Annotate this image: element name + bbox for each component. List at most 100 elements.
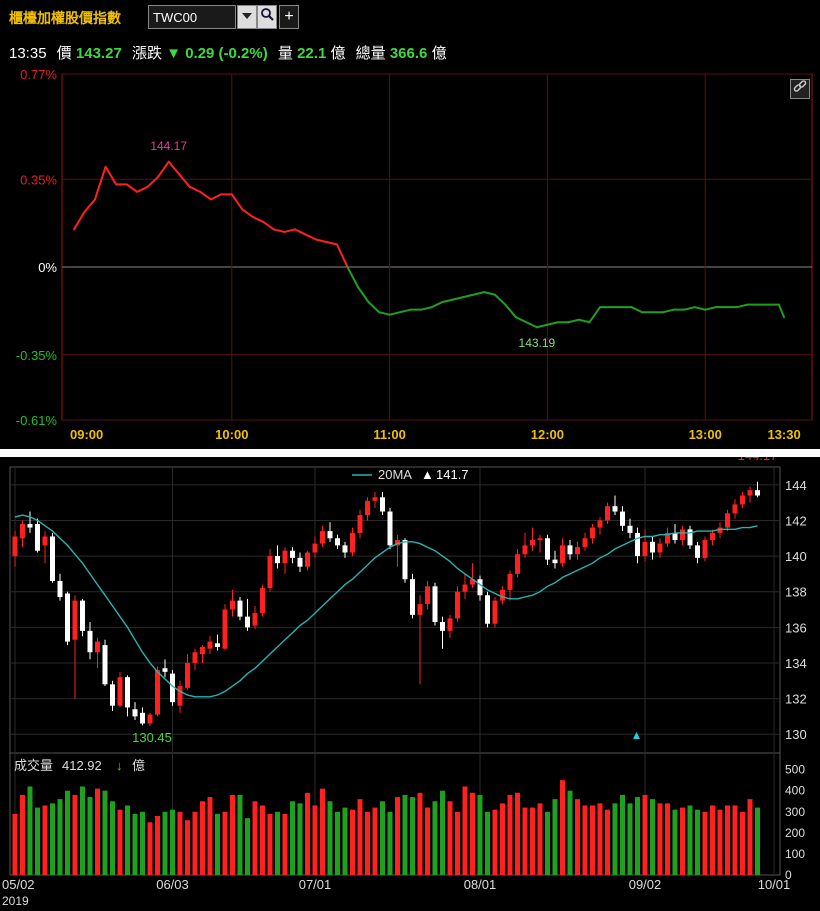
price-line-segment [504,303,517,319]
candle-body [267,556,273,589]
candle-body [342,545,348,553]
candle-body [702,540,708,558]
volume-bar [635,797,640,875]
volume-bar [87,797,93,875]
price-line-segment [73,210,86,231]
volume-bar [267,813,273,875]
volume-bar [125,805,130,875]
volume-bar [410,797,415,875]
x-tick-label: 07/01 [299,877,332,892]
candle-body [365,500,370,516]
candle-body [755,490,760,496]
volume-bar [575,799,580,875]
volume-bar [50,803,55,875]
candle-body [320,531,325,544]
candle-body [282,550,288,564]
volume-bar [597,803,603,875]
volume-bar [65,790,70,875]
candle-body [410,579,415,615]
volume-bar [72,794,78,875]
price-line-segment [451,296,465,301]
candle-body [185,662,190,688]
x-tick-label: 12:00 [531,427,564,442]
x-tick-label: 13:30 [767,427,800,442]
volume-bar [417,792,423,875]
volume-bar [215,813,220,875]
price-line-segment [399,308,412,314]
candle-body [402,540,408,580]
price-line-segment [704,306,717,311]
volume-bar [245,818,250,875]
candle-body [200,646,205,655]
price-line-segment [157,160,170,178]
candle-body [117,677,123,706]
y-tick-label: 0% [38,260,57,275]
volume-bar [237,794,243,875]
volume-bar [552,799,558,875]
y-tick-label: 142 [785,513,807,528]
candle-body [635,532,640,557]
candle-body [507,573,513,590]
price-line-segment [209,193,223,201]
price-line-segment [693,306,707,311]
candle-body [485,595,490,624]
volume-bar [312,805,318,875]
candle-body [50,536,55,581]
price-line-segment [314,238,328,243]
price-line-segment [472,291,486,296]
candle-body [237,600,243,617]
volume-bar [432,801,438,875]
candle-body [432,586,438,622]
price-line-segment [293,228,307,236]
candle-body [627,525,633,533]
price-line-segment [388,311,402,316]
price-line-segment [420,306,433,311]
volume-bar [342,807,348,875]
event-marker-icon [633,732,640,739]
price-line-segment [493,293,507,306]
x-tick-label: 05/02 [2,877,35,892]
ma-legend-label: 20MA [378,467,412,482]
candle-body [335,538,340,546]
candle-body [312,543,318,553]
candle-body [695,545,700,558]
volume-bar [687,805,693,875]
candle-body [687,529,693,546]
candle-body [162,668,168,672]
volume-bar [590,805,595,875]
x-tick-label: 09:00 [70,427,103,442]
volume-bar [702,811,708,875]
candle-body [740,495,745,505]
price-line-segment [262,220,275,231]
candle-body [425,586,430,605]
price-line-segment [567,318,580,324]
candle-body [492,600,498,624]
price-line-segment [136,185,149,193]
volume-bar [500,803,505,875]
volume-bar [545,811,550,875]
link-icon[interactable] [790,79,810,99]
x-tick-label: 09/02 [629,877,662,892]
volume-bar [365,811,370,875]
volume-bar [710,805,715,875]
volume-bar [665,803,670,875]
candle-body [215,643,220,647]
volume-bar [462,786,468,875]
link-glyph [793,80,807,92]
candle-body [87,630,93,653]
volume-bar [522,807,528,875]
volume-bar [140,811,145,875]
candle-body [447,618,453,631]
volume-bar [717,809,723,875]
candle-body [20,524,25,539]
candle-body [590,527,595,539]
volume-tick-label: 100 [785,847,805,861]
candle-body [387,511,393,546]
volume-bar [395,797,400,875]
price-line-segment [662,308,675,314]
price-line-segment [378,311,391,316]
candle-body [605,506,610,521]
candle-body [440,621,445,631]
y-tick-label: 0.35% [20,172,57,187]
price-line-segment [462,293,475,299]
